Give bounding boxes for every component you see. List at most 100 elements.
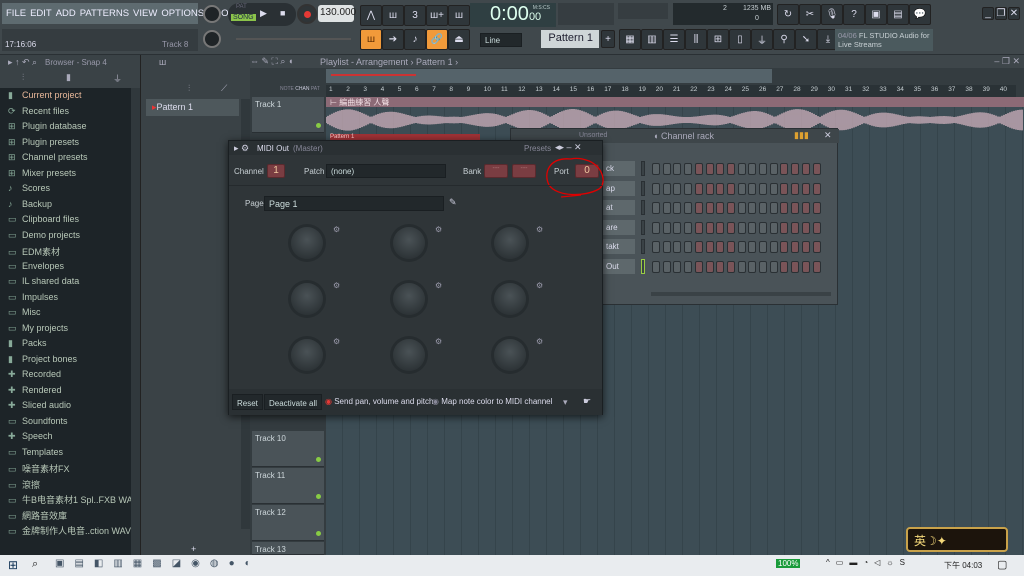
step-button[interactable]: [812, 260, 821, 273]
track-header[interactable]: Track 10: [252, 431, 324, 467]
step-button[interactable]: [748, 241, 757, 253]
step-button[interactable]: [694, 221, 703, 234]
step-button[interactable]: [769, 221, 778, 234]
step-button[interactable]: [812, 163, 821, 175]
playlist-window-controls[interactable]: ‒ ❐ ✕: [994, 56, 1020, 67]
reset-button[interactable]: Reset: [232, 394, 263, 410]
knob-settings-icon[interactable]: ⚙: [435, 225, 442, 234]
wait-input-button[interactable]: ш: [382, 5, 404, 26]
step-button[interactable]: [812, 221, 821, 234]
step-button[interactable]: [780, 182, 789, 195]
pinned-apps[interactable]: ▣▤◧▥▦▩◪◉◍●◐: [55, 558, 261, 569]
step-button[interactable]: [662, 221, 671, 234]
step-button[interactable]: [694, 163, 703, 175]
step-button[interactable]: [791, 182, 800, 195]
add-pattern-icon[interactable]: +: [191, 544, 196, 554]
step-button[interactable]: [684, 182, 693, 195]
step-button[interactable]: [780, 221, 789, 234]
browser-item[interactable]: ▭ 噪音素材FX: [8, 462, 70, 475]
close-button[interactable]: ✕: [1008, 7, 1020, 20]
knob-settings-icon[interactable]: ⚙: [435, 337, 442, 346]
slide-button[interactable]: ♪: [404, 29, 426, 50]
step-button[interactable]: [684, 241, 693, 253]
channel-name-button[interactable]: are: [603, 219, 635, 235]
control-knob[interactable]: [494, 339, 526, 371]
step-button[interactable]: [662, 163, 671, 175]
browser-item[interactable]: ⟳ Recent files: [8, 106, 69, 117]
step-button[interactable]: [716, 202, 725, 214]
chat-icon[interactable]: 💬: [909, 4, 931, 25]
touch-controller-icon[interactable]: ⚲: [773, 29, 795, 50]
browser-item[interactable]: ▭ EDM素材: [8, 245, 60, 258]
step-button[interactable]: [748, 202, 757, 214]
channel-field[interactable]: 1: [267, 164, 285, 178]
step-button[interactable]: [716, 163, 725, 175]
step-button[interactable]: [694, 241, 703, 253]
add-pattern-button[interactable]: +: [601, 30, 615, 48]
help-icon[interactable]: ?: [843, 4, 865, 25]
save-icon[interactable]: ▣: [865, 4, 887, 25]
browser-item[interactable]: ⊞ Plugin database: [8, 121, 87, 132]
gear-icon[interactable]: ▸ ⚙: [234, 143, 249, 154]
menu-patterns[interactable]: PATTERNS: [80, 8, 129, 19]
master-volume-knob[interactable]: [203, 5, 221, 23]
preset-nav[interactable]: ◂▸ ‒ ✕: [555, 142, 582, 153]
browser-item[interactable]: ▭ IL shared data: [8, 276, 79, 287]
piano-icon[interactable]: ш: [159, 57, 166, 67]
link-button[interactable]: 🔗: [426, 29, 448, 50]
piano-roll-icon[interactable]: ▥: [641, 29, 663, 50]
record-button[interactable]: [297, 4, 317, 24]
typing-keyboard-button[interactable]: ш: [360, 29, 382, 50]
browser-item[interactable]: ⊞ Channel presets: [8, 152, 88, 163]
track-header[interactable]: Track 13: [252, 542, 324, 555]
step-button[interactable]: [791, 163, 800, 175]
patch-select[interactable]: (none): [326, 164, 446, 178]
tab-note[interactable]: NOTE: [280, 86, 294, 92]
step-button[interactable]: [726, 202, 735, 214]
step-button[interactable]: [726, 260, 735, 273]
step-button[interactable]: [780, 241, 789, 253]
tab-pat[interactable]: PAT: [311, 86, 320, 92]
step-button[interactable]: [684, 202, 693, 214]
browser-item[interactable]: ▮ Project bones: [8, 354, 77, 365]
step-button[interactable]: [694, 260, 703, 273]
stop-button[interactable]: ■: [280, 8, 285, 18]
step-button[interactable]: [737, 163, 746, 175]
browser-item[interactable]: ✚ Recorded: [8, 369, 61, 380]
step-button[interactable]: [684, 221, 693, 234]
step-button[interactable]: [705, 202, 714, 214]
channel-select[interactable]: [641, 200, 645, 215]
channel-select[interactable]: [641, 219, 645, 235]
map-color-option[interactable]: ◉ Map note color to MIDI channel: [432, 397, 552, 406]
step-button[interactable]: [694, 202, 703, 214]
audio-clip[interactable]: ⊢ 編曲練習 人聲: [326, 97, 1024, 107]
presets-button[interactable]: Presets: [524, 144, 551, 153]
step-button[interactable]: [662, 202, 671, 214]
channel-rack-icon[interactable]: ☰: [663, 29, 685, 50]
browser-item[interactable]: ▭ 金牌制作人电音..ction WAV: [8, 524, 131, 537]
browser-item[interactable]: ♪ Backup: [8, 199, 52, 209]
channel-name-button[interactable]: takt: [603, 239, 635, 254]
browser-scrollbar[interactable]: [131, 88, 140, 555]
cut-icon[interactable]: ✂: [799, 4, 821, 25]
file-filter-icon[interactable]: ▮: [66, 72, 71, 83]
channel-select[interactable]: [641, 258, 645, 274]
step-button[interactable]: [748, 221, 757, 234]
taskbar-clock[interactable]: 下午 04:03: [944, 560, 982, 571]
step-button[interactable]: [780, 163, 789, 175]
automation-clips-icon[interactable]: ⟋: [221, 83, 227, 94]
step-button[interactable]: [801, 221, 810, 234]
step-button[interactable]: [737, 260, 746, 273]
step-button[interactable]: [759, 163, 767, 175]
plugin-picker-icon[interactable]: ➘: [795, 29, 817, 50]
step-button[interactable]: [726, 163, 735, 175]
track-header[interactable]: Track 11: [252, 468, 324, 504]
step-button[interactable]: [801, 260, 810, 273]
channel-rack-close[interactable]: ✕: [824, 130, 832, 141]
step-button[interactable]: [684, 260, 693, 273]
step-button[interactable]: [748, 260, 757, 273]
step-button[interactable]: [673, 202, 682, 214]
step-button[interactable]: [662, 260, 671, 273]
channel-name-button[interactable]: ap: [603, 180, 635, 196]
step-button[interactable]: [726, 182, 735, 195]
